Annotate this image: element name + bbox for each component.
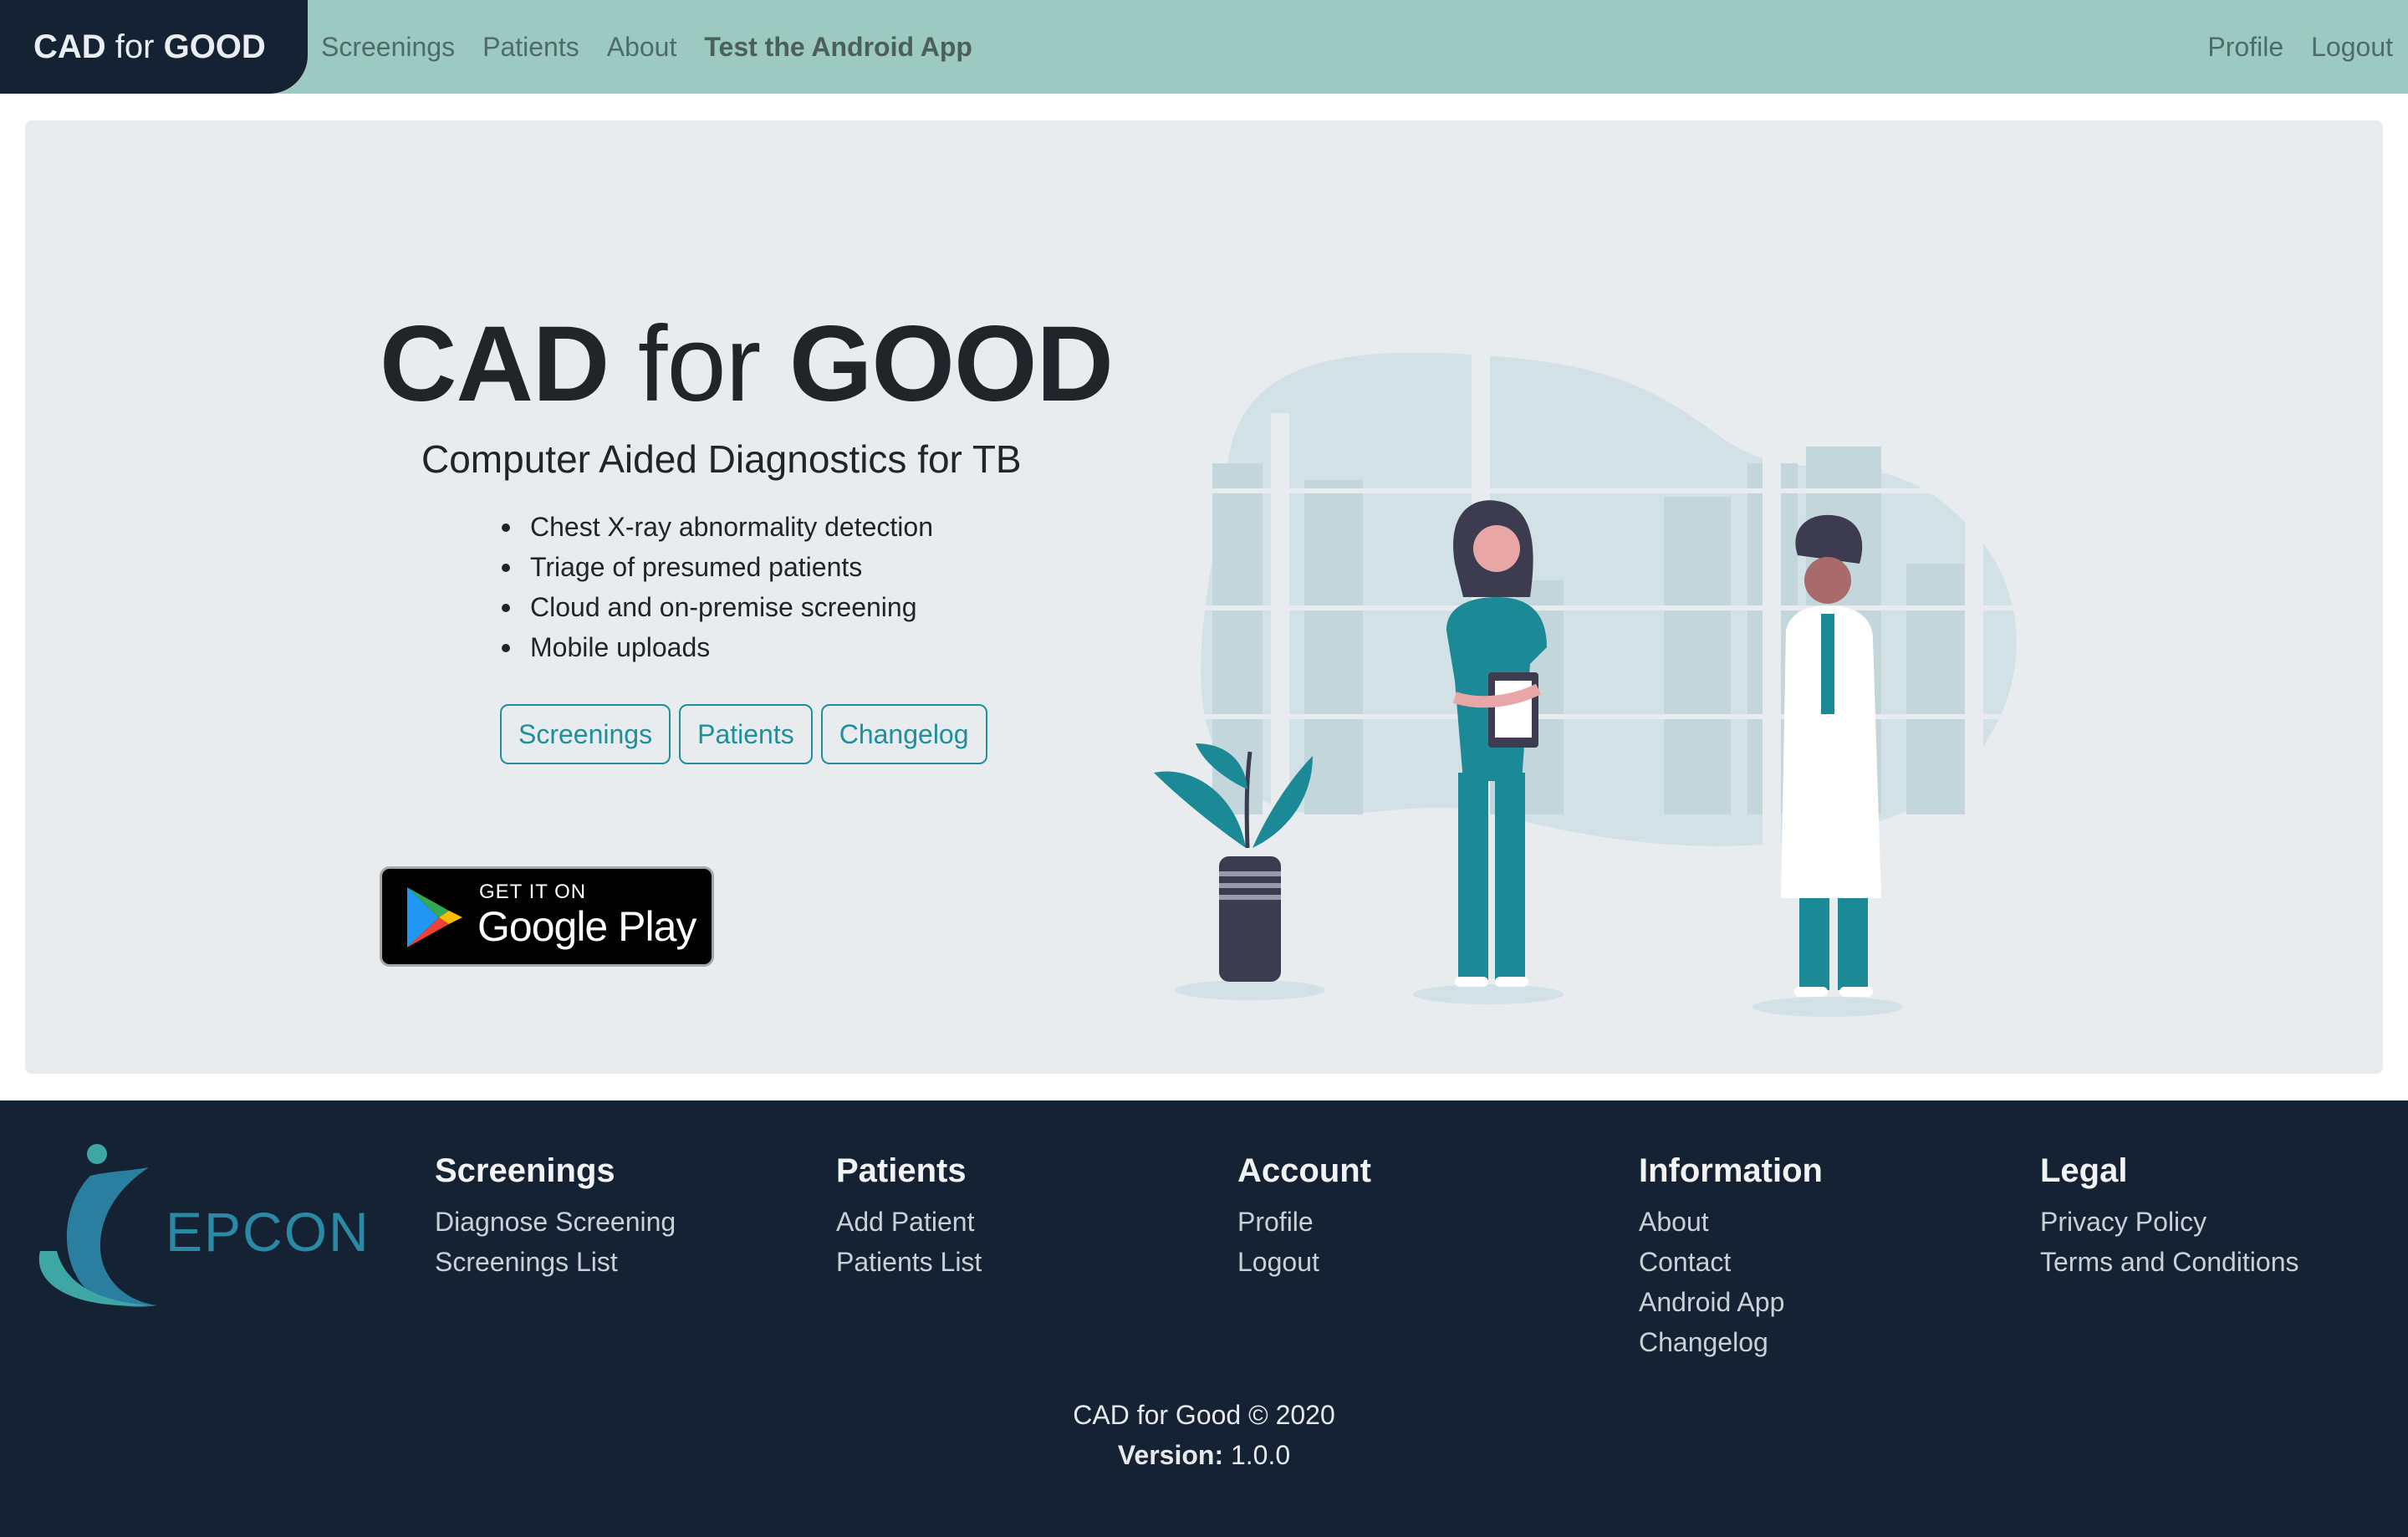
footer-col-legal: Legal Privacy Policy Terms and Condition… <box>2040 1152 2298 1282</box>
footer-link-android-app[interactable]: Android App <box>1639 1282 1823 1322</box>
footer-link-add-patient[interactable]: Add Patient <box>836 1202 982 1242</box>
copyright-text: CAD for Good © 2020 <box>1073 1400 1335 1430</box>
footer-col-screenings: Screenings Diagnose Screening Screenings… <box>435 1152 676 1282</box>
feature-item: Triage of presumed patients <box>502 547 933 587</box>
nav-right: Profile Logout <box>2180 0 2393 94</box>
copyright-block: CAD for Good © 2020 Version: 1.0.0 <box>0 1395 2408 1475</box>
footer-link-about[interactable]: About <box>1639 1202 1823 1242</box>
hero-title-for: for <box>609 304 789 424</box>
footer-link-logout[interactable]: Logout <box>1237 1242 1371 1282</box>
footer-col-information: Information About Contact Android App Ch… <box>1639 1152 1823 1362</box>
footer-heading: Screenings <box>435 1152 615 1189</box>
hero-subtitle: Computer Aided Diagnostics for TB <box>421 437 1022 481</box>
screenings-button[interactable]: Screenings <box>500 704 671 764</box>
logo-dot <box>87 1144 107 1164</box>
google-play-icon <box>407 887 462 947</box>
logo-text: EPCON <box>166 1201 366 1263</box>
site-footer: EPCON Screenings Diagnose Screening Scre… <box>0 1100 2408 1537</box>
version-label: Version: <box>1117 1440 1224 1470</box>
footer-col-account: Account Profile Logout <box>1237 1152 1371 1282</box>
version-value: 1.0.0 <box>1223 1440 1291 1470</box>
doctors-illustration <box>1154 346 2023 1017</box>
footer-heading: Information <box>1639 1152 1823 1189</box>
hero-buttons: Screenings Patients Changelog <box>500 704 996 764</box>
feature-item: Mobile uploads <box>502 627 933 667</box>
brand-text-for: for <box>105 28 164 65</box>
top-navbar: CAD for GOOD Screenings Patients About T… <box>0 0 2408 94</box>
footer-link-contact[interactable]: Contact <box>1639 1242 1823 1282</box>
hero-title-cad: CAD <box>380 304 610 424</box>
nav-test-android-app[interactable]: Test the Android App <box>704 32 972 63</box>
feature-item: Cloud and on-premise screening <box>502 587 933 627</box>
changelog-button[interactable]: Changelog <box>820 704 987 764</box>
feature-item: Chest X-ray abnormality detection <box>502 507 933 547</box>
badge-google-play: Google Play <box>477 903 696 950</box>
nav-logout[interactable]: Logout <box>2311 32 2393 63</box>
brand-text-good: GOOD <box>163 28 266 65</box>
footer-link-patients-list[interactable]: Patients List <box>836 1242 982 1282</box>
footer-link-profile[interactable]: Profile <box>1237 1202 1371 1242</box>
nav-about[interactable]: About <box>607 32 677 63</box>
footer-link-screenings-list[interactable]: Screenings List <box>435 1242 676 1282</box>
footer-col-patients: Patients Add Patient Patients List <box>836 1152 982 1282</box>
footer-heading: Account <box>1237 1152 1371 1189</box>
feature-list: Chest X-ray abnormality detection Triage… <box>502 507 933 667</box>
nav-profile[interactable]: Profile <box>2207 32 2283 63</box>
footer-link-terms[interactable]: Terms and Conditions <box>2040 1242 2298 1282</box>
patients-button[interactable]: Patients <box>679 704 813 764</box>
nav-patients[interactable]: Patients <box>482 32 579 63</box>
nav-screenings[interactable]: Screenings <box>321 32 455 63</box>
hero-jumbotron: CAD for GOOD Computer Aided Diagnostics … <box>25 120 2383 1074</box>
hero-title-good: GOOD <box>788 304 1114 424</box>
version-line: Version: 1.0.0 <box>0 1435 2408 1475</box>
hero-title: CAD for GOOD <box>380 303 1132 426</box>
brand-logo[interactable]: CAD for GOOD <box>0 0 308 94</box>
badge-get-it-on: GET IT ON <box>479 881 587 903</box>
nav-left: Screenings Patients About Test the Andro… <box>321 0 1000 94</box>
footer-heading: Legal <box>2040 1152 2128 1189</box>
brand-text-cad: CAD <box>33 28 106 65</box>
epcon-logo[interactable]: EPCON <box>32 1142 366 1318</box>
footer-heading: Patients <box>836 1152 967 1189</box>
google-play-badge[interactable]: GET IT ON Google Play <box>380 866 714 967</box>
footer-link-changelog[interactable]: Changelog <box>1639 1322 1823 1362</box>
footer-link-privacy-policy[interactable]: Privacy Policy <box>2040 1202 2298 1242</box>
footer-link-diagnose-screening[interactable]: Diagnose Screening <box>435 1202 676 1242</box>
